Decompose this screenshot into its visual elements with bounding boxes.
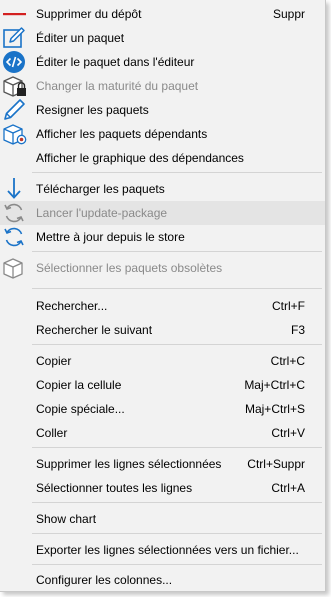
menu-item-label: Show chart (36, 512, 97, 526)
menu-item-label: Éditer un paquet (36, 31, 125, 45)
menu-item-shortcut: Ctrl+V (271, 426, 305, 440)
menu-item-show-dependents[interactable]: Afficher les paquets dépendants (0, 122, 325, 146)
menu-item-label: Éditer le paquet dans l'éditeur (36, 55, 195, 69)
menu-item-label: Sélectionner toutes les lignes (36, 481, 193, 495)
menu-item-label: Resigner les paquets (36, 103, 149, 117)
menu-separator (32, 344, 322, 345)
menu-item-shortcut: F3 (290, 323, 305, 337)
menu-separator (32, 502, 322, 503)
menu-item-label: Rechercher le suivant (36, 323, 153, 337)
menu-item-label: Lancer l'update-package (36, 206, 168, 220)
menu-item-label: Supprimer les lignes sélectionnées (36, 457, 222, 471)
menu-separator (32, 533, 322, 534)
menu-separator (32, 251, 322, 252)
pen-icon (2, 98, 28, 122)
menu-separator (32, 172, 322, 173)
menu-item-label: Copier la cellule (36, 378, 122, 392)
menu-item-show-dependency-graph[interactable]: Afficher le graphique des dépendances (0, 146, 325, 170)
menu-item-label: Supprimer du dépôt (36, 7, 142, 21)
package-lock-icon (2, 74, 28, 98)
menu-item-search[interactable]: Rechercher... Ctrl+F (0, 294, 325, 318)
menu-item-shortcut: Ctrl+A (271, 481, 305, 495)
menu-item-label: Afficher les paquets dépendants (36, 127, 208, 141)
menu-item-label: Copie spéciale... (36, 402, 125, 416)
menu-item-shortcut: Suppr (272, 7, 305, 21)
menu-item-configure-columns[interactable]: Configurer les colonnes... (0, 568, 325, 592)
menu-separator (32, 288, 322, 289)
remove-icon (2, 2, 28, 26)
menu-item-shortcut: Maj+Ctrl+S (244, 402, 305, 416)
menu-item-paste-special[interactable]: Copie spéciale... Maj+Ctrl+S (0, 397, 325, 421)
refresh-icon (2, 225, 28, 249)
menu-item-label: Afficher le graphique des dépendances (36, 151, 244, 165)
package-dependents-icon (2, 122, 28, 146)
download-arrow-icon (2, 177, 28, 201)
menu-item-shortcut: Ctrl+C (270, 354, 305, 368)
menu-item-delete-selected-rows[interactable]: Supprimer les lignes sélectionnées Ctrl+… (0, 452, 325, 476)
background-area-bottom (0, 592, 331, 597)
menu-item-label: Télécharger les paquets (36, 182, 165, 196)
menu-item-export-selected-rows[interactable]: Exporter les lignes sélectionnées vers u… (0, 538, 325, 562)
menu-item-label: Exporter les lignes sélectionnées vers u… (36, 543, 299, 557)
context-menu: Supprimer du dépôt Suppr Éditer un paque… (0, 0, 326, 592)
refresh-icon (2, 201, 28, 225)
menu-item-select-obsolete-packages[interactable]: Sélectionner les paquets obsolètes (0, 256, 325, 280)
menu-item-label: Coller (36, 426, 68, 440)
menu-item-label: Copier (36, 354, 72, 368)
menu-item-resign-packages[interactable]: Resigner les paquets (0, 98, 325, 122)
menu-item-update-from-store[interactable]: Mettre à jour depuis le store (0, 225, 325, 249)
menu-item-shortcut: Ctrl+Suppr (247, 457, 305, 471)
menu-item-run-update-package[interactable]: Lancer l'update-package (0, 201, 325, 225)
code-editor-icon (2, 50, 28, 74)
menu-item-shortcut: Ctrl+F (272, 299, 305, 313)
menu-item-search-next[interactable]: Rechercher le suivant F3 (0, 318, 325, 342)
menu-item-download-packages[interactable]: Télécharger les paquets (0, 177, 325, 201)
menu-separator (32, 447, 322, 448)
menu-item-remove-from-repo[interactable]: Supprimer du dépôt Suppr (0, 2, 325, 26)
menu-item-change-maturity[interactable]: Changer la maturité du paquet (0, 74, 325, 98)
package-icon (2, 256, 28, 280)
menu-item-label: Sélectionner les paquets obsolètes (36, 261, 223, 275)
menu-item-shortcut: Maj+Ctrl+C (244, 378, 305, 392)
menu-separator (32, 564, 322, 565)
menu-item-show-chart[interactable]: Show chart (0, 507, 325, 531)
menu-item-label: Rechercher... (36, 299, 108, 313)
menu-item-copy[interactable]: Copier Ctrl+C (0, 349, 325, 373)
menu-item-edit-in-editor[interactable]: Éditer le paquet dans l'éditeur (0, 50, 325, 74)
menu-item-copy-cell[interactable]: Copier la cellule Maj+Ctrl+C (0, 373, 325, 397)
edit-icon (2, 26, 28, 50)
menu-item-edit-package[interactable]: Éditer un paquet (0, 26, 325, 50)
menu-item-label: Changer la maturité du paquet (36, 79, 199, 93)
menu-item-label: Configurer les colonnes... (36, 573, 173, 587)
menu-item-label: Mettre à jour depuis le store (36, 230, 185, 244)
menu-item-select-all-rows[interactable]: Sélectionner toutes les lignes Ctrl+A (0, 476, 325, 500)
menu-item-paste[interactable]: Coller Ctrl+V (0, 421, 325, 445)
background-area (326, 0, 331, 597)
